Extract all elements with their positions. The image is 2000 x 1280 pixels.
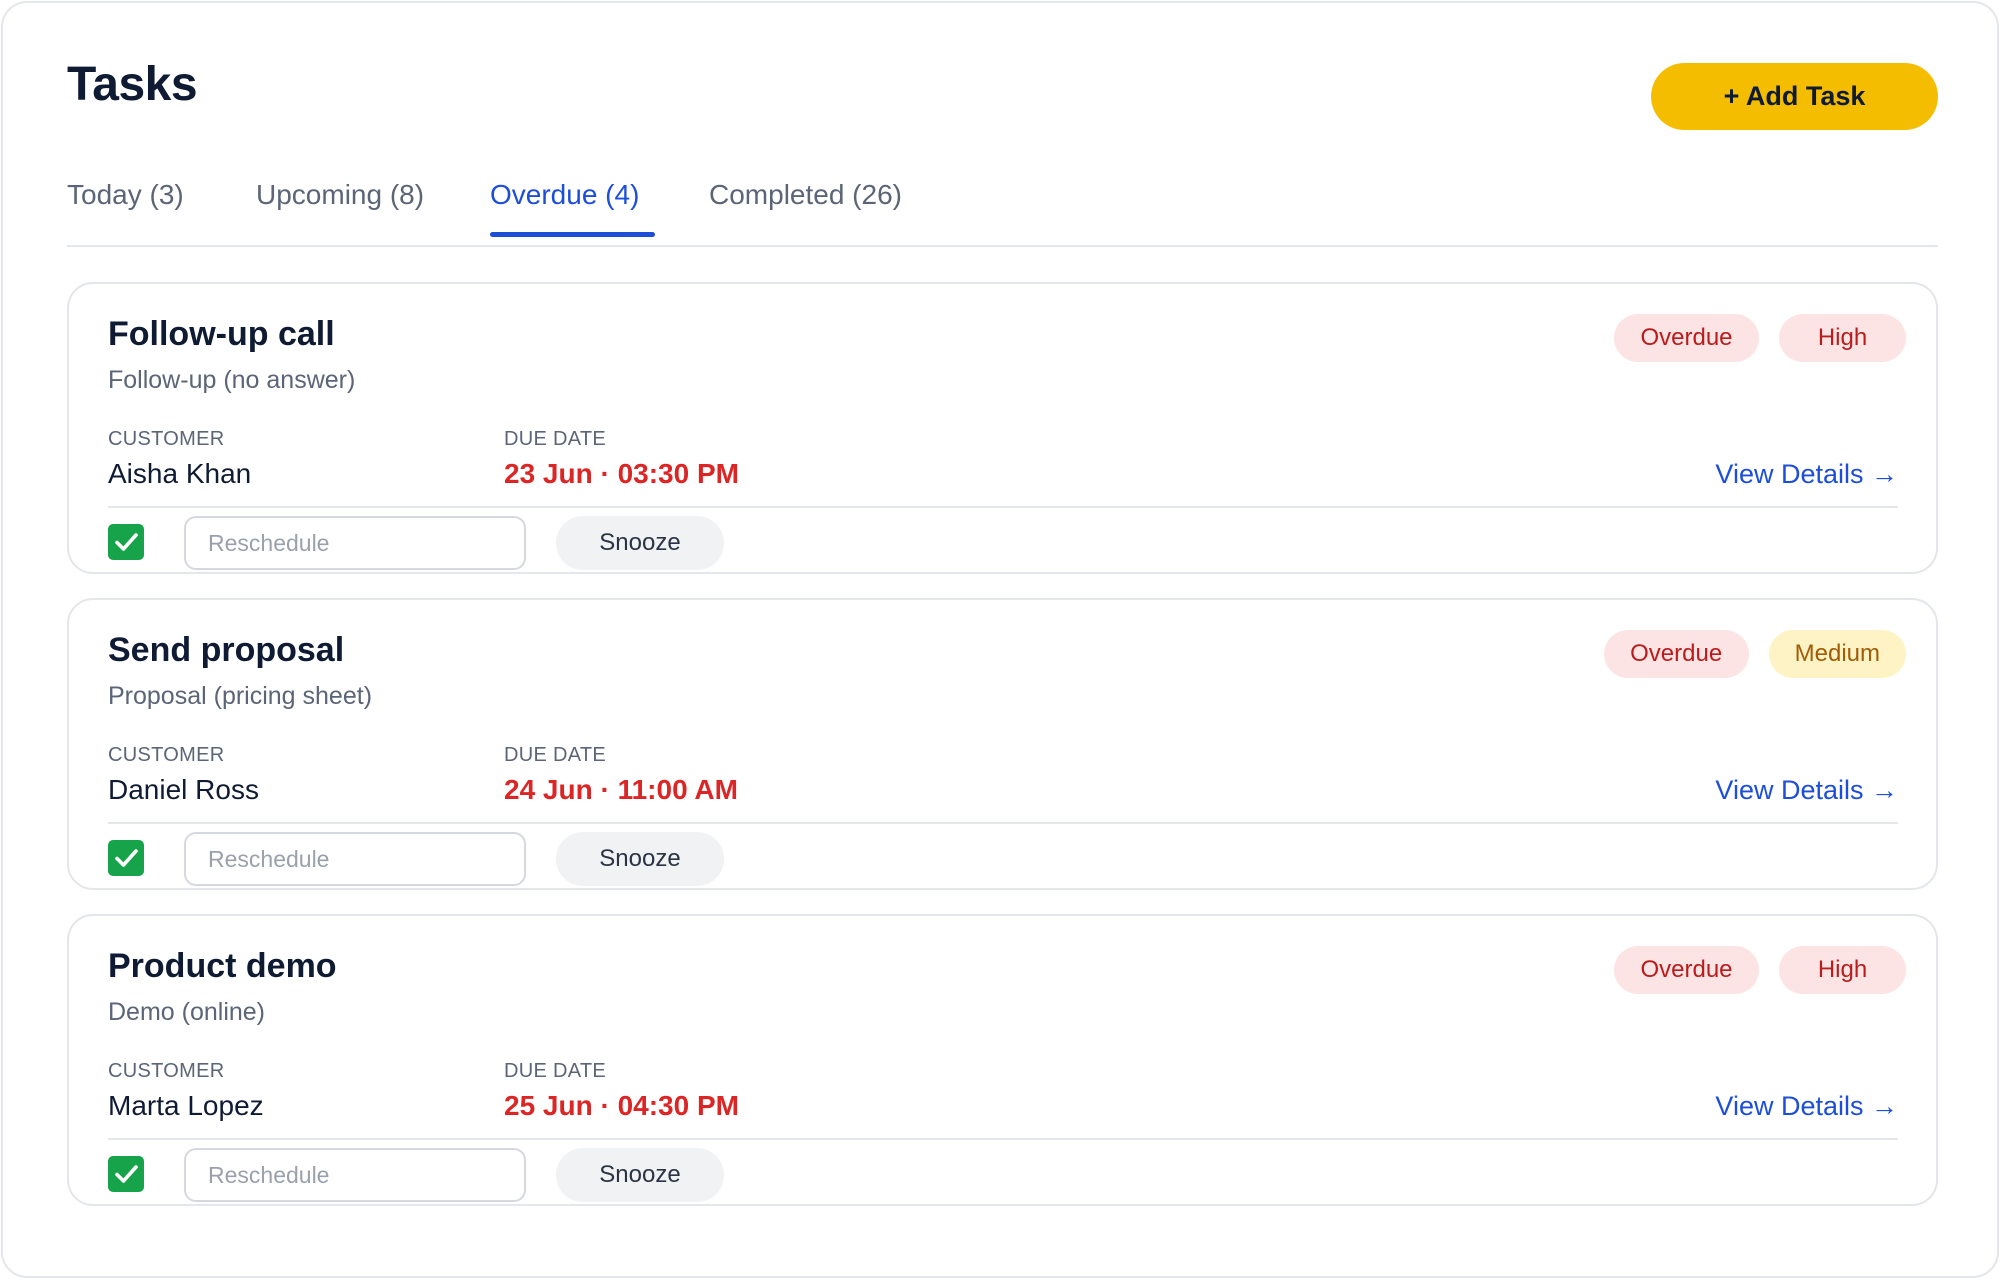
due-date-label: DUE DATE bbox=[504, 744, 607, 766]
tab-overdue[interactable]: Overdue (4) bbox=[490, 179, 656, 237]
complete-checkbox[interactable] bbox=[108, 840, 144, 876]
tab-today[interactable]: Today (3) bbox=[67, 179, 184, 237]
reschedule-input[interactable] bbox=[184, 516, 526, 570]
customer-label: CUSTOMER bbox=[108, 744, 225, 766]
reschedule-input[interactable] bbox=[184, 832, 526, 886]
task-title: Product demo bbox=[108, 947, 337, 985]
due-date-label: DUE DATE bbox=[504, 1060, 607, 1082]
priority-badge: High bbox=[1779, 946, 1906, 994]
checkmark-icon bbox=[115, 1165, 138, 1183]
tab-completed[interactable]: Completed (26) bbox=[709, 179, 902, 237]
task-subtitle: Demo (online) bbox=[108, 998, 266, 1026]
task-card: Product demo Demo (online) Overdue High … bbox=[67, 914, 1938, 1206]
task-badges: Overdue High bbox=[1614, 314, 1906, 362]
status-badge: Overdue bbox=[1603, 630, 1749, 678]
add-task-button[interactable]: + Add Task bbox=[1651, 63, 1938, 130]
task-tabs: Today (3) Upcoming (8) Overdue (4) Compl… bbox=[67, 179, 1938, 247]
complete-checkbox[interactable] bbox=[108, 1156, 144, 1192]
divider bbox=[108, 506, 1898, 508]
status-badge: Overdue bbox=[1614, 946, 1759, 994]
task-subtitle: Proposal (pricing sheet) bbox=[108, 682, 373, 710]
task-title: Follow-up call bbox=[108, 315, 335, 353]
view-details-link[interactable]: View Details → bbox=[1715, 459, 1898, 490]
customer-name: Daniel Ross bbox=[108, 774, 259, 805]
reschedule-input[interactable] bbox=[184, 1148, 526, 1202]
view-details-link[interactable]: View Details → bbox=[1715, 1091, 1898, 1122]
snooze-button[interactable]: Snooze bbox=[556, 516, 724, 570]
snooze-button[interactable]: Snooze bbox=[556, 1148, 724, 1202]
checkmark-icon bbox=[115, 849, 138, 867]
divider bbox=[108, 822, 1898, 824]
customer-name: Marta Lopez bbox=[108, 1090, 264, 1121]
page-title: Tasks bbox=[67, 58, 198, 111]
snooze-button[interactable]: Snooze bbox=[556, 832, 724, 886]
complete-checkbox[interactable] bbox=[108, 524, 144, 560]
customer-label: CUSTOMER bbox=[108, 428, 225, 450]
due-date: 25 Jun · 04:30 PM bbox=[504, 1090, 739, 1121]
priority-badge: High bbox=[1779, 314, 1906, 362]
due-date: 23 Jun · 03:30 PM bbox=[504, 458, 739, 489]
priority-badge: Medium bbox=[1768, 630, 1906, 678]
due-date: 24 Jun · 11:00 AM bbox=[504, 774, 738, 805]
task-title: Send proposal bbox=[108, 631, 345, 669]
status-badge: Overdue bbox=[1614, 314, 1759, 362]
divider bbox=[108, 1138, 1898, 1140]
customer-label: CUSTOMER bbox=[108, 1060, 225, 1082]
checkmark-icon bbox=[115, 533, 138, 551]
task-badges: Overdue High bbox=[1614, 946, 1906, 994]
task-subtitle: Follow-up (no answer) bbox=[108, 366, 356, 394]
customer-name: Aisha Khan bbox=[108, 458, 252, 489]
due-date-label: DUE DATE bbox=[504, 428, 607, 450]
tasks-panel: Tasks + Add Task Today (3) Upcoming (8) … bbox=[1, 1, 1999, 1278]
task-card: Follow-up call Follow-up (no answer) Ove… bbox=[67, 282, 1938, 574]
tab-upcoming[interactable]: Upcoming (8) bbox=[256, 179, 424, 237]
task-badges: Overdue Medium bbox=[1603, 630, 1906, 678]
task-card: Send proposal Proposal (pricing sheet) O… bbox=[67, 598, 1938, 890]
view-details-link[interactable]: View Details → bbox=[1715, 775, 1898, 806]
